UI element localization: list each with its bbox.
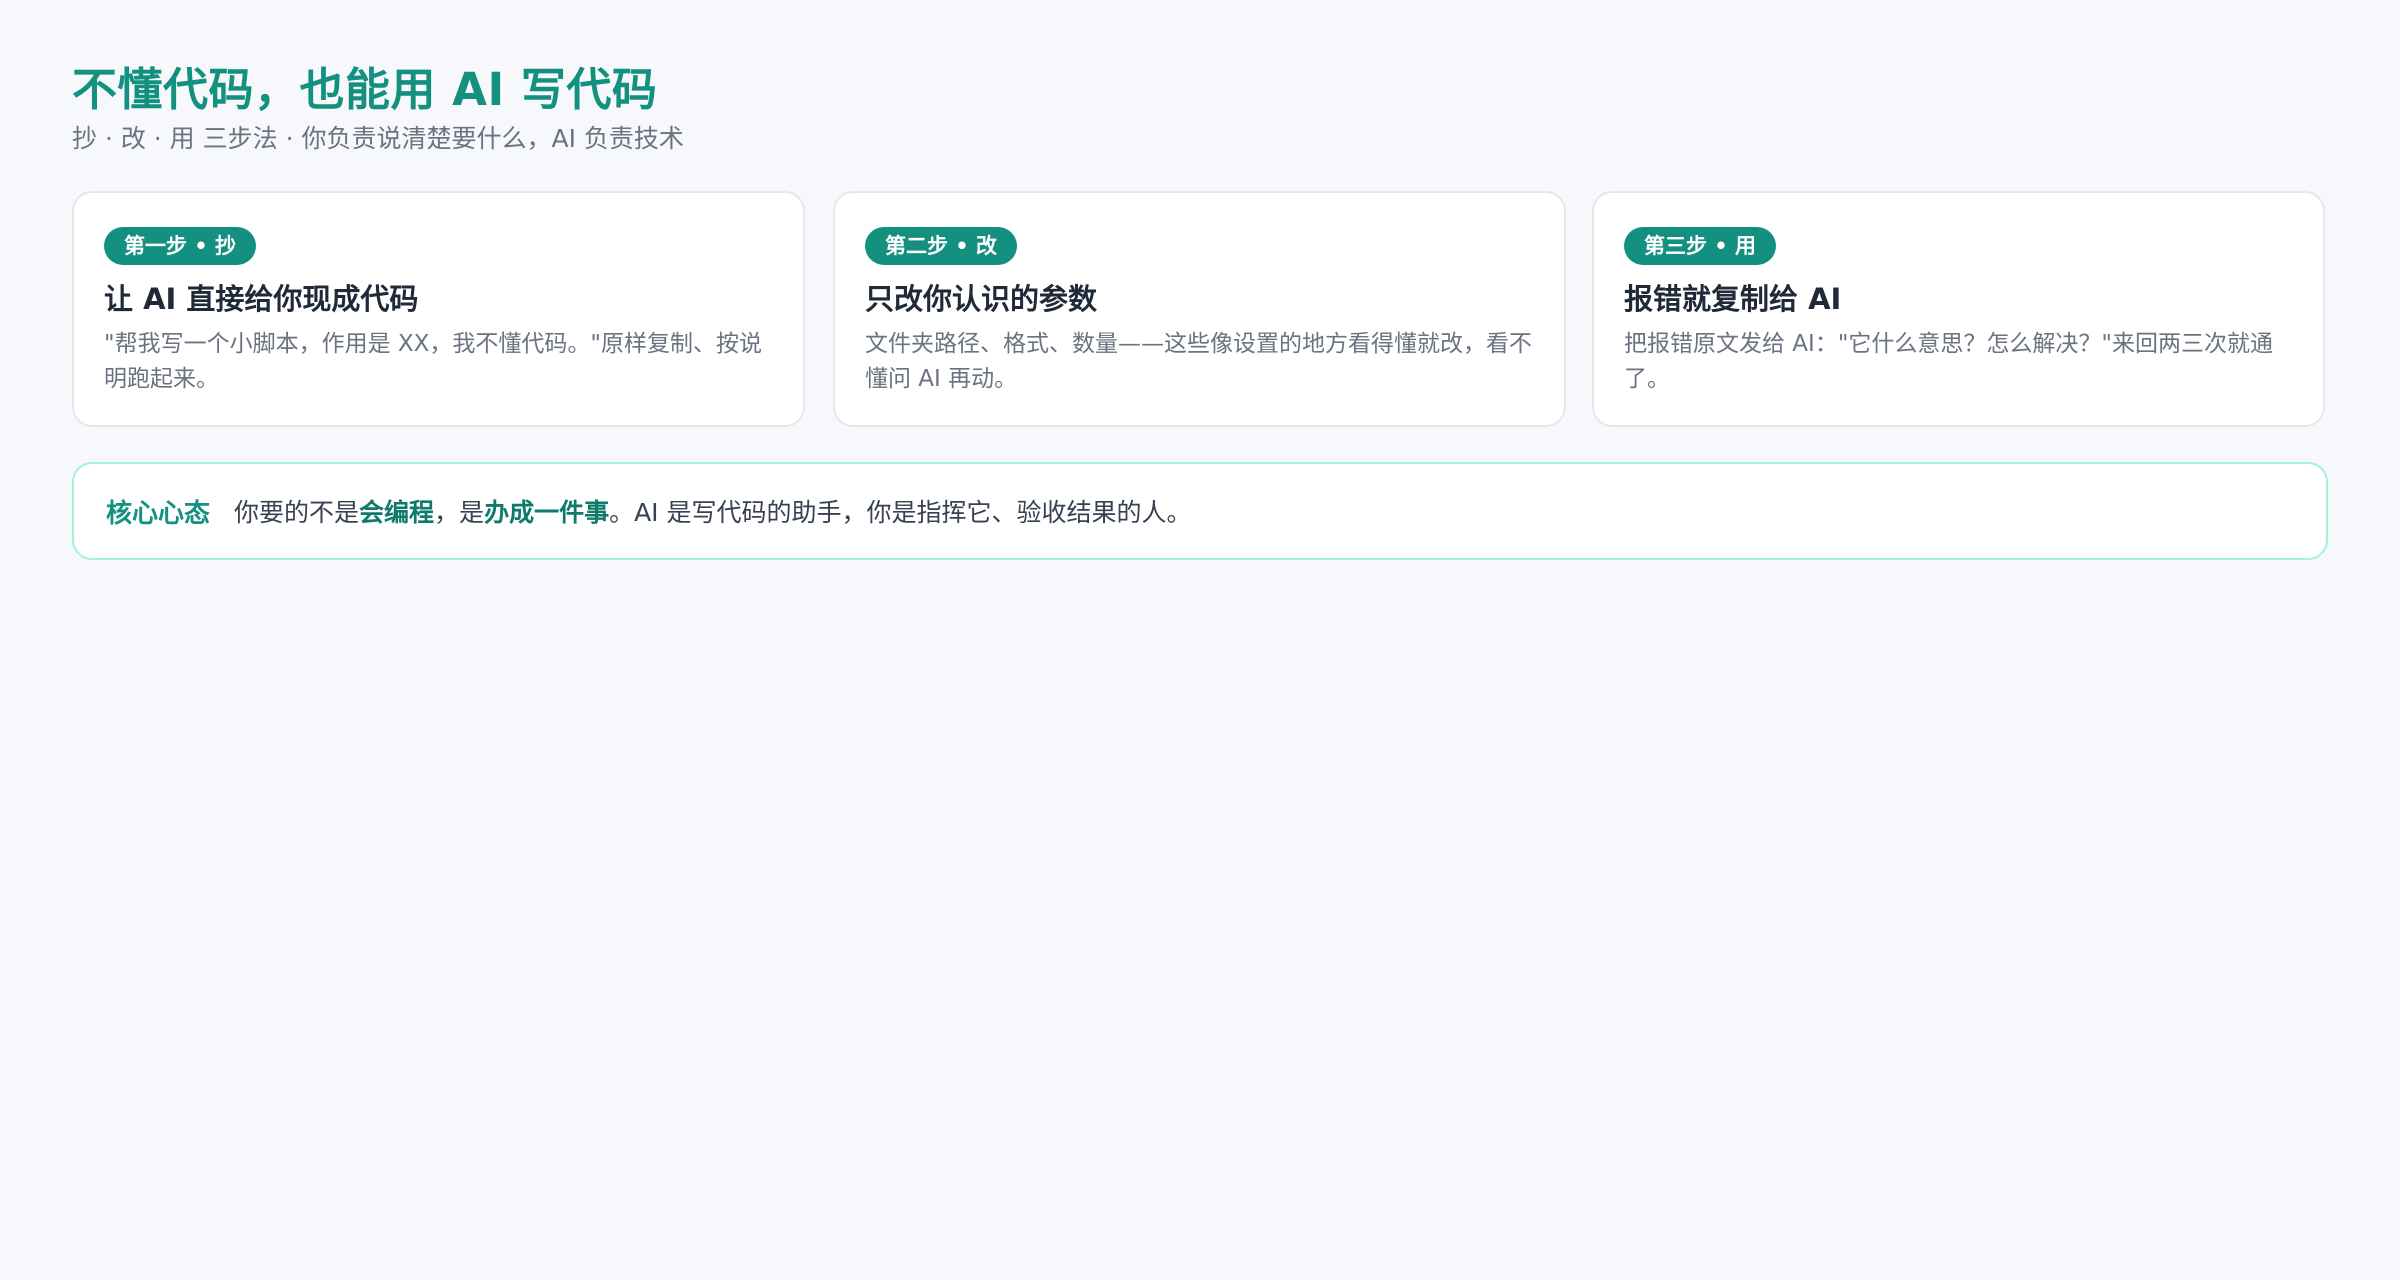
- mindset-text-part: 你要的不是: [234, 498, 360, 527]
- step-badge: 第二步 • 改: [865, 227, 1018, 265]
- mindset-text-part: ，是: [434, 498, 485, 527]
- step-title: 只改你认识的参数: [865, 282, 1098, 316]
- page: 不懂代码，也能用 AI 写代码 抄 · 改 · 用 三步法 · 你负责说清楚要什…: [72, 60, 2328, 560]
- step-description: "帮我写一个小脚本，作用是 XX，我不懂代码。"原样复制、按说明跑起来。: [104, 331, 762, 392]
- mindset-text: 你要的不是会编程，是办成一件事。AI 是写代码的助手，你是指挥它、验收结果的人。: [234, 493, 1192, 529]
- mindset-emphasis: 办成一件事: [484, 498, 610, 527]
- steps-cards: 第一步 • 抄 让 AI 直接给你现成代码 "帮我写一个小脚本，作用是 XX，我…: [72, 191, 2328, 431]
- page-subtitle: 抄 · 改 · 用 三步法 · 你负责说清楚要什么，AI 负责技术: [72, 124, 684, 153]
- step-badge: 第三步 • 用: [1624, 227, 1777, 265]
- step-title: 让 AI 直接给你现成代码: [104, 282, 419, 316]
- step-card-copy: 第一步 • 抄 让 AI 直接给你现成代码 "帮我写一个小脚本，作用是 XX，我…: [72, 191, 805, 427]
- mindset-text-part: 。AI 是写代码的助手，你是指挥它、验收结果的人。: [609, 498, 1192, 527]
- mindset-label: 核心心态: [106, 498, 211, 529]
- mindset-callout: 核心心态 你要的不是会编程，是办成一件事。AI 是写代码的助手，你是指挥它、验收…: [72, 462, 2328, 560]
- page-title: 不懂代码，也能用 AI 写代码: [72, 63, 658, 116]
- step-card-edit: 第二步 • 改 只改你认识的参数 文件夹路径、格式、数量——这些像设置的地方看得…: [833, 191, 1566, 427]
- step-badge: 第一步 • 抄: [104, 227, 257, 265]
- mindset-emphasis: 会编程: [359, 498, 435, 527]
- step-card-use: 第三步 • 用 报错就复制给 AI 把报错原文发给 AI："它什么意思？怎么解决…: [1592, 191, 2325, 427]
- step-description: 文件夹路径、格式、数量——这些像设置的地方看得懂就改，看不懂问 AI 再动。: [865, 331, 1532, 392]
- step-description: 把报错原文发给 AI："它什么意思？怎么解决？"来回两三次就通了。: [1624, 331, 2273, 392]
- step-title: 报错就复制给 AI: [1624, 282, 1842, 316]
